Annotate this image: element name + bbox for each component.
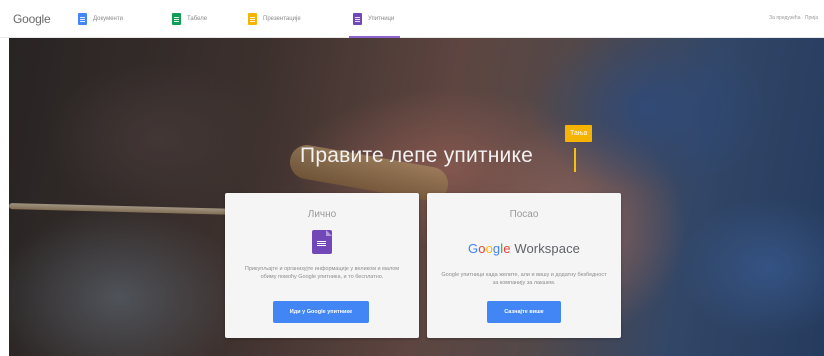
- nav-item-sheets[interactable]: Табеле: [172, 0, 207, 38]
- workspace-wordmark: Workspace: [514, 241, 580, 256]
- collaborator-cursor-tag: Тања: [565, 125, 593, 142]
- nav-item-label: Упитници: [368, 16, 395, 22]
- sheets-icon: [172, 13, 181, 25]
- nav-item-forms[interactable]: Упитници: [348, 0, 401, 38]
- top-navigation-bar: Google Документи Табеле Презентације Упи…: [0, 0, 824, 38]
- google-workspace-logo: Google Workspace: [468, 241, 580, 256]
- business-card: Посао Google Workspace Google упитници к…: [427, 193, 621, 338]
- nav-item-slides[interactable]: Презентације: [248, 0, 301, 38]
- personal-card: Лично Прикупљајте и организујте информац…: [225, 193, 419, 338]
- card-title: Лично: [307, 209, 337, 220]
- business-signin-link[interactable]: За предузећа · Прија: [769, 15, 818, 21]
- learn-more-button[interactable]: Сазнајте више: [487, 301, 561, 323]
- slides-icon: [248, 13, 257, 25]
- nav-item-label: Документи: [93, 16, 123, 22]
- hero-banner: Правите лепе упитнике Тања Лично Прикупљ…: [9, 38, 824, 356]
- nav-item-docs[interactable]: Документи: [78, 0, 123, 38]
- forms-icon: [312, 230, 332, 254]
- card-title: Посао: [509, 209, 539, 220]
- go-to-forms-button[interactable]: Иди у Google упитнике: [273, 301, 369, 323]
- page-headline: Правите лепе упитнике: [300, 144, 533, 167]
- nav-item-label: Табеле: [187, 16, 208, 22]
- docs-icon: [78, 13, 87, 25]
- text-cursor: [574, 148, 576, 172]
- card-description: Google упитници када желите, али и вишу …: [441, 272, 607, 286]
- google-logo[interactable]: Google: [13, 12, 51, 26]
- nav-item-label: Презентације: [263, 16, 301, 22]
- card-description: Прикупљајте и организујте информације у …: [244, 266, 400, 280]
- forms-icon: [353, 13, 362, 25]
